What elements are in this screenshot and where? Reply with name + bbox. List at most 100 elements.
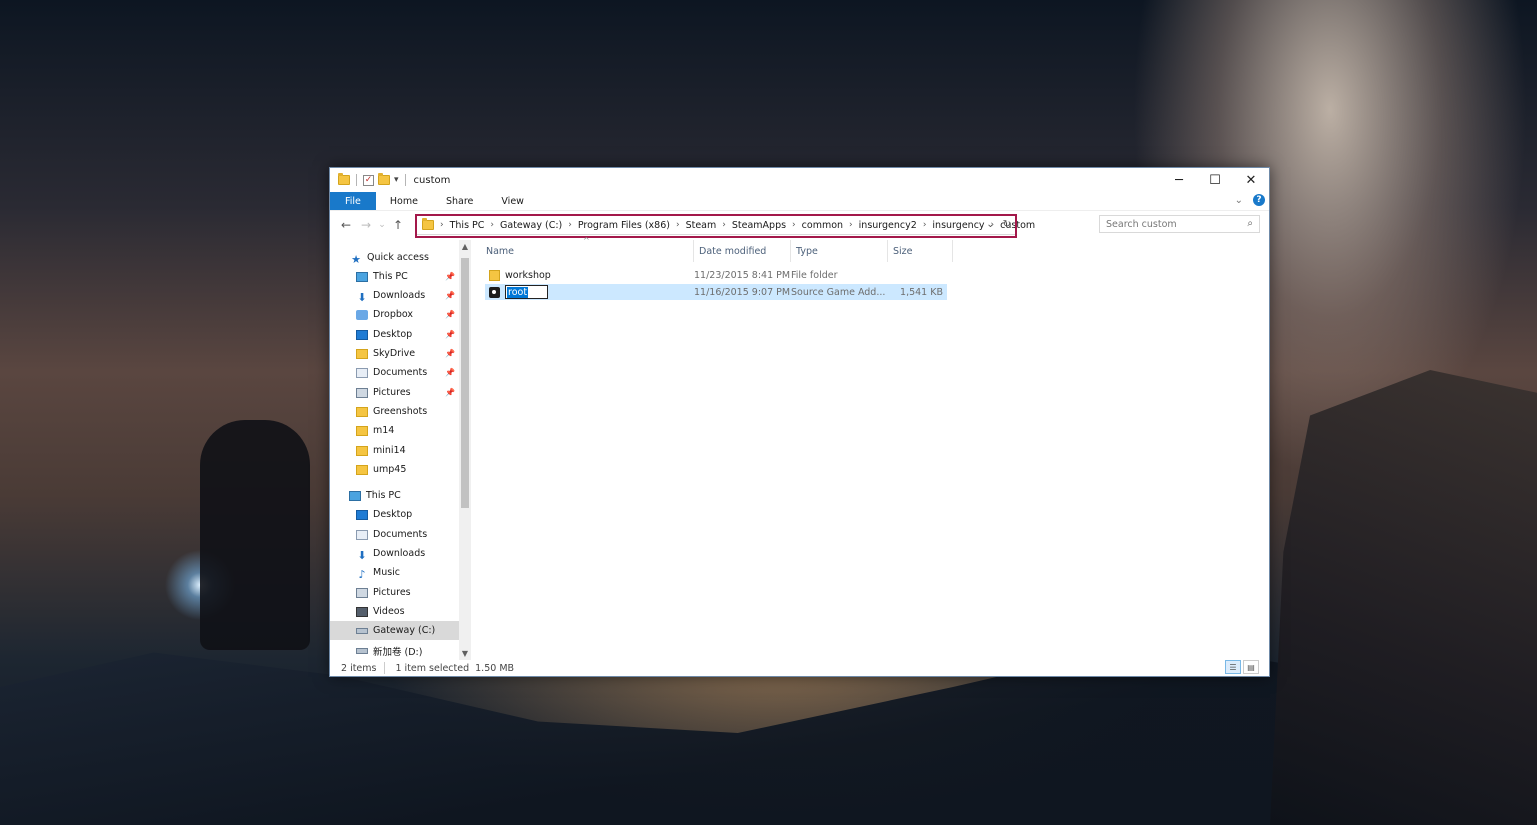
nav-item-m14[interactable]: m14 [330, 421, 459, 440]
folder-icon [338, 173, 350, 185]
desktop-wallpaper-rocks [1270, 370, 1537, 825]
pin-icon: 📌 [445, 291, 455, 300]
address-highlight-annotation [415, 214, 1017, 238]
nav-item-ump45[interactable]: ump45 [330, 460, 459, 479]
tab-home[interactable]: Home [376, 192, 432, 210]
nav-item-label: Downloads [373, 290, 426, 301]
nav-item-pictures[interactable]: Pictures [330, 583, 459, 602]
download-icon: ⬇ [357, 290, 367, 304]
ribbon-tabs: File Home Share View ⌄ ? [330, 192, 1269, 210]
nav-item-documents[interactable]: Documents 📌 [330, 363, 459, 382]
nav-item-drive-d[interactable]: 新加卷 (D:) [330, 641, 459, 660]
nav-item-label: Pictures [373, 587, 411, 598]
help-icon[interactable]: ? [1253, 194, 1265, 206]
up-arrow-icon[interactable]: ↑ [388, 218, 408, 232]
file-row-root[interactable]: root 11/16/2015 9:07 PM Source Game Add.… [485, 284, 947, 300]
nav-item-downloads[interactable]: ⬇ Downloads 📌 [330, 286, 459, 305]
column-headers: ^ Name Date modified Type Size [478, 236, 953, 262]
tab-file[interactable]: File [330, 192, 376, 210]
status-size: 1.50 MB [475, 662, 515, 674]
nav-item-label: Gateway (C:) [373, 625, 436, 636]
customize-toolbar-icon[interactable]: ▾ [394, 175, 399, 185]
details-view-icon[interactable]: ☰ [1225, 660, 1241, 674]
expand-ribbon-icon[interactable]: ⌄ [1235, 195, 1243, 206]
file-list: ^ Name Date modified Type Size workshop [478, 236, 1268, 660]
navigation-pane: ★ Quick access This PC 📌 ⬇ Downloads 📌 D… [330, 240, 459, 660]
nav-item-documents[interactable]: Documents [330, 525, 459, 544]
rename-selected-text: root [507, 286, 529, 298]
column-header-type[interactable]: Type [791, 240, 888, 262]
search-input[interactable]: Search custom ⌕ [1099, 215, 1260, 233]
forward-arrow-icon[interactable]: → [356, 218, 376, 232]
nav-this-pc[interactable]: This PC [330, 486, 459, 505]
nav-item-label: Pictures [373, 387, 411, 398]
folder-icon [356, 348, 368, 359]
nav-item-downloads[interactable]: ⬇ Downloads [330, 544, 459, 563]
steam-icon [489, 286, 500, 298]
nav-pane-scrollbar[interactable]: ▲ ▼ [459, 240, 471, 660]
status-bar: 2 items 1 item selected 1.50 MB ☰ ▤ [330, 660, 1269, 676]
rename-input[interactable]: root [505, 285, 548, 299]
column-header-size[interactable]: Size [888, 240, 953, 262]
column-header-date[interactable]: Date modified [694, 240, 791, 262]
nav-item-dropbox[interactable]: Dropbox 📌 [330, 305, 459, 324]
search-icon[interactable]: ⌕ [1247, 218, 1253, 229]
drive-icon [356, 627, 368, 634]
maximize-button[interactable]: ☐ [1197, 168, 1233, 192]
properties-icon[interactable]: ✓ [363, 174, 374, 186]
folder-icon [356, 425, 368, 436]
navigation-bar: ← → ⌄ ↑ › This PC › Gateway (C:) › Progr… [330, 210, 1269, 238]
pin-icon: 📌 [445, 368, 455, 377]
nav-item-gateway-c[interactable]: Gateway (C:) [330, 621, 459, 640]
pin-icon: 📌 [445, 388, 455, 397]
videos-icon [356, 606, 368, 617]
nav-item-label: Downloads [373, 548, 426, 559]
file-type: Source Game Add... [791, 286, 886, 298]
column-header-label: Size [893, 245, 913, 257]
nav-item-label: Desktop [373, 329, 413, 340]
nav-item-mini14[interactable]: mini14 [330, 441, 459, 460]
file-name-cell: workshop [485, 269, 694, 281]
scroll-down-icon[interactable]: ▼ [460, 649, 470, 658]
column-header-label: Date modified [699, 245, 767, 257]
nav-item-music[interactable]: ♪ Music [330, 563, 459, 582]
nav-item-label: This PC [366, 490, 401, 501]
nav-item-greenshots[interactable]: Greenshots [330, 402, 459, 421]
back-arrow-icon[interactable]: ← [336, 218, 356, 232]
pin-icon: 📌 [445, 310, 455, 319]
nav-item-label: Documents [373, 529, 428, 540]
scroll-up-icon[interactable]: ▲ [460, 242, 470, 251]
computer-icon [349, 490, 361, 501]
nav-item-desktop[interactable]: Desktop [330, 505, 459, 524]
tab-share[interactable]: Share [432, 192, 487, 210]
nav-item-label: Greenshots [373, 406, 428, 417]
documents-icon [356, 529, 368, 540]
nav-item-desktop[interactable]: Desktop 📌 [330, 325, 459, 344]
nav-item-pictures[interactable]: Pictures 📌 [330, 383, 459, 402]
minimize-button[interactable]: ─ [1161, 168, 1197, 192]
recent-locations-icon[interactable]: ⌄ [376, 220, 388, 230]
window-title: custom [413, 174, 451, 186]
tab-view[interactable]: View [487, 192, 538, 210]
file-row-workshop[interactable]: workshop 11/23/2015 8:41 PM File folder [485, 267, 947, 283]
new-folder-icon[interactable] [378, 173, 390, 185]
nav-item-label: This PC [373, 271, 408, 282]
file-name: workshop [505, 269, 551, 281]
nav-item-skydrive[interactable]: SkyDrive 📌 [330, 344, 459, 363]
drive-icon [356, 647, 368, 654]
large-icons-view-icon[interactable]: ▤ [1243, 660, 1259, 674]
nav-quick-access[interactable]: ★ Quick access [330, 248, 459, 267]
pictures-icon [356, 387, 368, 398]
close-button[interactable]: ✕ [1233, 168, 1269, 192]
pictures-icon [356, 587, 368, 598]
star-icon: ★ [351, 252, 361, 266]
status-separator [384, 662, 386, 674]
nav-item-this-pc[interactable]: This PC 📌 [330, 267, 459, 286]
file-size: 1,541 KB [900, 286, 943, 298]
view-toggle: ☰ ▤ [1225, 660, 1259, 674]
scrollbar-thumb[interactable] [461, 258, 469, 508]
column-header-name[interactable]: ^ Name [478, 236, 694, 262]
pin-icon: 📌 [445, 272, 455, 281]
nav-item-videos[interactable]: Videos [330, 602, 459, 621]
toolbar-separator [404, 174, 406, 186]
